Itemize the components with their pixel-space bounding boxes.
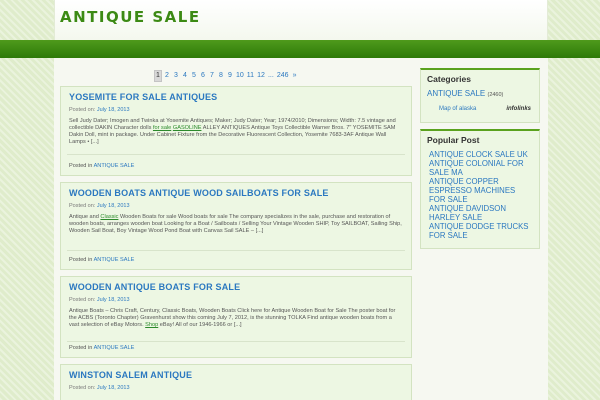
post-meta: Posted on: July 18, 2013 — [61, 295, 411, 305]
post-card: WOODEN ANTIQUE BOATS FOR SALE Posted on:… — [60, 276, 412, 358]
post-excerpt: Antique Boats – Chris Craft, Century, Cl… — [61, 305, 411, 339]
posted-on-label: Posted on: — [69, 107, 96, 113]
post-date[interactable]: July 18, 2013 — [97, 107, 130, 113]
inline-link[interactable]: Classic — [100, 214, 118, 220]
category-link[interactable]: ANTIQUE SALE — [94, 257, 135, 263]
inline-link[interactable]: Shop — [145, 322, 158, 328]
page-6[interactable]: 6 — [199, 70, 207, 82]
post-date[interactable]: July 18, 2013 — [97, 385, 130, 391]
post-list: YOSEMITE FOR SALE ANTIQUES Posted on: Ju… — [60, 86, 412, 400]
post-category: Posted in ANTIQUE SALE — [69, 345, 134, 351]
popular-link[interactable]: ANTIQUE CLOCK SALE UK — [429, 150, 533, 159]
page-9[interactable]: 9 — [226, 70, 234, 82]
popular-link[interactable]: ANTIQUE DODGE TRUCKS FOR SALE — [429, 222, 533, 240]
page-11[interactable]: 11 — [246, 70, 255, 82]
category-link[interactable]: ANTIQUE SALE — [94, 163, 135, 169]
popular-link[interactable]: ANTIQUE DAVIDSON HARLEY SALE — [429, 204, 533, 222]
nav-bar — [0, 40, 600, 58]
excerpt-text: Wooden Boats for sale Wood boats for sal… — [69, 214, 402, 234]
page-10[interactable]: 10 — [235, 70, 245, 82]
post-date[interactable]: July 18, 2013 — [97, 203, 130, 209]
posted-in-label: Posted in — [69, 163, 93, 169]
page-2[interactable]: 2 — [163, 70, 171, 82]
pagination: 1 2 3 4 5 6 7 8 9 10 11 12 ... 246 » — [154, 70, 300, 82]
page-next[interactable]: » — [291, 70, 299, 82]
page-7[interactable]: 7 — [208, 70, 216, 82]
post-card: WINSTON SALEM ANTIQUE Posted on: July 18… — [60, 364, 412, 400]
popular-link[interactable]: ANTIQUE COLONIAL FOR SALE MA — [429, 159, 533, 177]
post-title[interactable]: WINSTON SALEM ANTIQUE — [61, 365, 411, 383]
post-meta: Posted on: July 18, 2013 — [61, 201, 411, 211]
post-card: YOSEMITE FOR SALE ANTIQUES Posted on: Ju… — [60, 86, 412, 176]
ad-link[interactable]: Map of alaska — [439, 106, 476, 112]
posted-on-label: Posted on: — [69, 203, 96, 209]
inline-link[interactable]: for sale — [153, 125, 171, 131]
post-excerpt: Sell Judy Dater; Imogen and Twinka at Yo… — [61, 115, 411, 149]
ad-links: Map of alaska infolinks — [421, 100, 539, 122]
post-excerpt: Antique and Classic Wooden Boats for sal… — [61, 211, 411, 245]
post-title[interactable]: WOODEN BOATS ANTIQUE WOOD SAILBOATS FOR … — [61, 183, 411, 201]
post-date[interactable]: July 18, 2013 — [97, 297, 130, 303]
category-link[interactable]: ANTIQUE SALE — [94, 345, 135, 351]
popular-link[interactable]: ANTIQUE COPPER ESPRESSO MACHINES FOR SAL… — [429, 177, 533, 204]
categories-widget: Categories ANTIQUE SALE (2460) Map of al… — [420, 68, 540, 123]
post-meta: Posted on: July 18, 2013 — [61, 383, 411, 393]
page-8[interactable]: 8 — [217, 70, 225, 82]
post-title[interactable]: YOSEMITE FOR SALE ANTIQUES — [61, 87, 411, 105]
posted-in-label: Posted in — [69, 345, 93, 351]
post-card: WOODEN BOATS ANTIQUE WOOD SAILBOATS FOR … — [60, 182, 412, 270]
page-5[interactable]: 5 — [190, 70, 198, 82]
category-link[interactable]: ANTIQUE SALE — [427, 89, 485, 98]
divider — [67, 341, 405, 342]
posted-in-label: Posted in — [69, 257, 93, 263]
category-count: (2460) — [487, 92, 504, 98]
infolinks-logo[interactable]: infolinks — [506, 106, 531, 112]
divider — [67, 250, 405, 251]
page-12[interactable]: 12 — [256, 70, 266, 82]
page-246[interactable]: 246 — [276, 70, 290, 82]
post-meta: Posted on: July 18, 2013 — [61, 105, 411, 115]
widget-title: Categories — [427, 74, 471, 84]
inline-link[interactable]: GASOLINE — [173, 125, 202, 131]
excerpt-text: eBay! All of our 1946-1966 or [...] — [158, 322, 242, 328]
posted-on-label: Posted on: — [69, 385, 96, 391]
page-3[interactable]: 3 — [172, 70, 180, 82]
post-category: Posted in ANTIQUE SALE — [69, 163, 134, 169]
excerpt-text: Antique and — [69, 214, 101, 220]
popular-list: ANTIQUE CLOCK SALE UK ANTIQUE COLONIAL F… — [421, 148, 539, 248]
category-item: ANTIQUE SALE (2460) — [421, 87, 539, 100]
post-title[interactable]: WOODEN ANTIQUE BOATS FOR SALE — [61, 277, 411, 295]
posted-on-label: Posted on: — [69, 297, 96, 303]
site-title[interactable]: ANTIQUE SALE — [60, 8, 201, 26]
page-ellipsis: ... — [267, 72, 274, 79]
popular-widget: Popular Post ANTIQUE CLOCK SALE UK ANTIQ… — [420, 129, 540, 249]
sidebar: Categories ANTIQUE SALE (2460) Map of al… — [420, 68, 540, 255]
divider — [67, 154, 405, 155]
widget-title: Popular Post — [427, 135, 480, 145]
post-category: Posted in ANTIQUE SALE — [69, 257, 134, 263]
page-4[interactable]: 4 — [181, 70, 189, 82]
page-1: 1 — [154, 70, 162, 82]
